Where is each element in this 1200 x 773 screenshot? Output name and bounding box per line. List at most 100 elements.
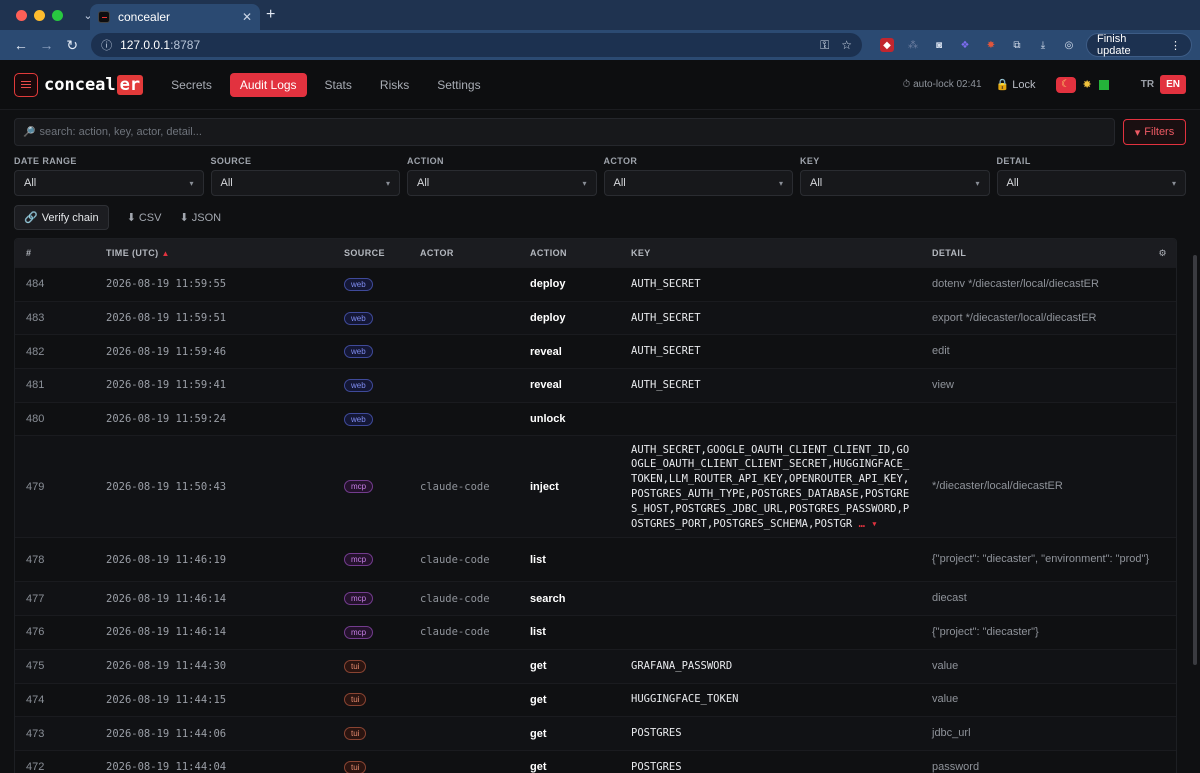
action-select[interactable]: All ▾ <box>407 170 597 196</box>
cell-detail: dotenv */diecaster/local/diecastER <box>932 277 1099 290</box>
tab-close-icon[interactable]: ✕ <box>242 10 252 24</box>
cell-key: AUTH_SECRET <box>631 345 701 358</box>
cell-source: web <box>333 378 409 392</box>
search-icon: 🔎 <box>23 126 36 138</box>
bookmark-star-icon[interactable]: ☆ <box>841 38 852 52</box>
chevron-down-icon: ▾ <box>385 178 390 188</box>
minimize-window-button[interactable] <box>34 9 45 21</box>
col-action[interactable]: ACTION <box>519 248 620 258</box>
col-actor[interactable]: ACTOR <box>409 248 519 258</box>
table-row[interactable]: 475 2026-08-19 11:44:30 tui get GRAFANA_PASS… <box>15 648 1176 683</box>
col-source[interactable]: SOURCE <box>333 248 409 258</box>
filter-detail: DETAIL All ▾ <box>996 156 1186 196</box>
cell-number: 474 <box>26 693 45 706</box>
tab-audit-logs[interactable]: Audit Logs <box>229 72 307 97</box>
lock-button[interactable]: 🔒 Lock <box>996 78 1036 91</box>
expand-key-button[interactable]: … ▾ <box>859 518 878 530</box>
password-key-icon[interactable]: ⚿ <box>820 38 829 53</box>
close-window-button[interactable] <box>16 9 27 21</box>
table-row[interactable]: 480 2026-08-19 11:59:24 web unlock <box>15 401 1176 436</box>
cell-number: 481 <box>26 379 45 392</box>
source-badge: mcp <box>344 592 374 606</box>
table-row[interactable]: 482 2026-08-19 11:59:46 web reveal AUTH_SECR… <box>15 334 1176 368</box>
cell-time: 2026-08-19 11:59:55 <box>106 278 227 291</box>
cell-number: 473 <box>26 727 45 740</box>
actor-select[interactable]: All ▾ <box>603 170 793 196</box>
date-range-select[interactable]: All ▾ <box>14 170 204 196</box>
cell-number: 477 <box>26 592 45 605</box>
tab-risks[interactable]: Risks <box>370 73 419 97</box>
table-row[interactable]: 481 2026-08-19 11:59:41 web reveal AUTH_SECR… <box>15 368 1176 402</box>
lang-en-button[interactable]: EN <box>1160 75 1186 94</box>
tab-secrets[interactable]: Secrets <box>161 73 222 97</box>
brand-logo: conceal er <box>44 74 144 95</box>
extension-red-icon[interactable]: ◆ <box>879 38 894 52</box>
extension-burst-icon[interactable]: ✸ <box>984 38 998 52</box>
extensions-puzzle-icon[interactable]: ⧉ <box>1010 38 1024 52</box>
green-theme-swatch[interactable] <box>1098 79 1109 90</box>
extension-purple-icon[interactable]: ❖ <box>958 38 972 52</box>
forward-arrow-icon[interactable]: → <box>34 37 60 53</box>
table-row[interactable]: 483 2026-08-19 11:59:51 web deploy AUTH_SECR… <box>15 300 1176 335</box>
menu-kebab-icon[interactable]: ⋮ <box>1170 39 1181 52</box>
col-number[interactable]: # <box>15 248 95 258</box>
menu-toggle-icon[interactable] <box>14 72 38 97</box>
source-select[interactable]: All ▾ <box>210 170 400 196</box>
camera-extension-icon[interactable]: ◙ <box>932 38 946 52</box>
cell-action: get <box>530 693 547 706</box>
cell-time: 2026-08-19 11:59:46 <box>106 345 227 358</box>
cell-number: 483 <box>26 312 45 325</box>
extension-dots-icon[interactable]: ⁂ <box>906 38 920 52</box>
reload-icon[interactable]: ↻ <box>59 37 85 54</box>
cell-number: 480 <box>26 413 45 426</box>
chevron-down-icon: ▾ <box>189 178 194 188</box>
key-select[interactable]: All ▾ <box>800 170 990 196</box>
export-csv-button[interactable]: ⬇ CSV <box>127 211 162 224</box>
cell-source: web <box>333 345 409 359</box>
cell-source: mcp <box>333 625 409 639</box>
source-badge: mcp <box>344 480 374 494</box>
profile-avatar-icon[interactable]: ◎ <box>1062 38 1076 52</box>
cell-number: 479 <box>26 480 45 493</box>
browser-tab-active[interactable]: concealer ✕ <box>90 4 260 30</box>
table-row[interactable]: 473 2026-08-19 11:44:06 tui get POSTGRES jdbc… <box>15 716 1176 750</box>
table-row[interactable]: 479 2026-08-19 11:50:43 mcp claude-code inje… <box>15 435 1176 538</box>
cell-detail: diecast <box>932 592 967 605</box>
table-row[interactable]: 474 2026-08-19 11:44:15 tui get HUGGINGFACE_… <box>15 682 1176 717</box>
finish-update-button[interactable]: Finish update ⋮ <box>1085 33 1192 57</box>
new-tab-plus-icon[interactable]: + <box>266 6 275 24</box>
table-row[interactable]: 478 2026-08-19 11:46:19 mcp claude-code list… <box>15 537 1176 581</box>
export-json-button[interactable]: ⬇ JSON <box>179 211 221 224</box>
light-theme-sun-icon[interactable]: ✸ <box>1083 78 1092 91</box>
table-row[interactable]: 484 2026-08-19 11:59:55 web deploy AUTH_SECR… <box>15 267 1176 301</box>
filters-button[interactable]: ▾ Filters <box>1123 119 1186 145</box>
lang-tr-button[interactable]: TR <box>1135 75 1160 94</box>
col-detail[interactable]: DETAIL ⚙ <box>921 248 1176 259</box>
source-badge: tui <box>344 659 367 673</box>
column-settings-gear-icon[interactable]: ⚙ <box>1159 248 1167 259</box>
dark-theme-moon-icon[interactable]: ☾ <box>1055 76 1076 93</box>
cell-detail: {"project": "diecaster"} <box>932 625 1039 638</box>
page-scrollbar[interactable] <box>1193 255 1197 665</box>
detail-select[interactable]: All ▾ <box>996 170 1186 196</box>
search-input[interactable]: 🔎 search: action, key, actor, detail... <box>14 118 1115 146</box>
cell-detail: export */diecaster/local/diecastER <box>932 311 1097 324</box>
table-row[interactable]: 477 2026-08-19 11:46:14 mcp claude-code sear… <box>15 581 1176 616</box>
address-bar[interactable]: ⓘ 127.0.0.1:8787 ⚿ ☆ <box>91 33 862 57</box>
col-key[interactable]: KEY <box>620 248 921 258</box>
download-icon[interactable]: ⤓ <box>1036 38 1050 52</box>
cell-source: tui <box>333 760 409 773</box>
cell-key: POSTGRES <box>631 727 682 740</box>
table-row[interactable]: 472 2026-08-19 11:44:04 tui get POSTGRES pass… <box>15 749 1176 773</box>
table-row[interactable]: 476 2026-08-19 11:46:14 mcp claude-code list… <box>15 615 1176 649</box>
col-time[interactable]: TIME (UTC) ▲ <box>95 248 333 258</box>
maximize-window-button[interactable] <box>52 9 63 21</box>
cell-time: 2026-08-19 11:44:15 <box>106 693 227 706</box>
site-info-icon[interactable]: ⓘ <box>101 37 112 53</box>
cell-key: AUTH_SECRET <box>631 277 701 290</box>
main-nav: Secrets Audit Logs Stats Risks Settings <box>161 72 490 97</box>
back-arrow-icon[interactable]: ← <box>8 37 34 53</box>
tab-settings[interactable]: Settings <box>427 73 490 97</box>
verify-chain-button[interactable]: 🔗 Verify chain <box>14 205 109 230</box>
tab-stats[interactable]: Stats <box>315 73 362 97</box>
